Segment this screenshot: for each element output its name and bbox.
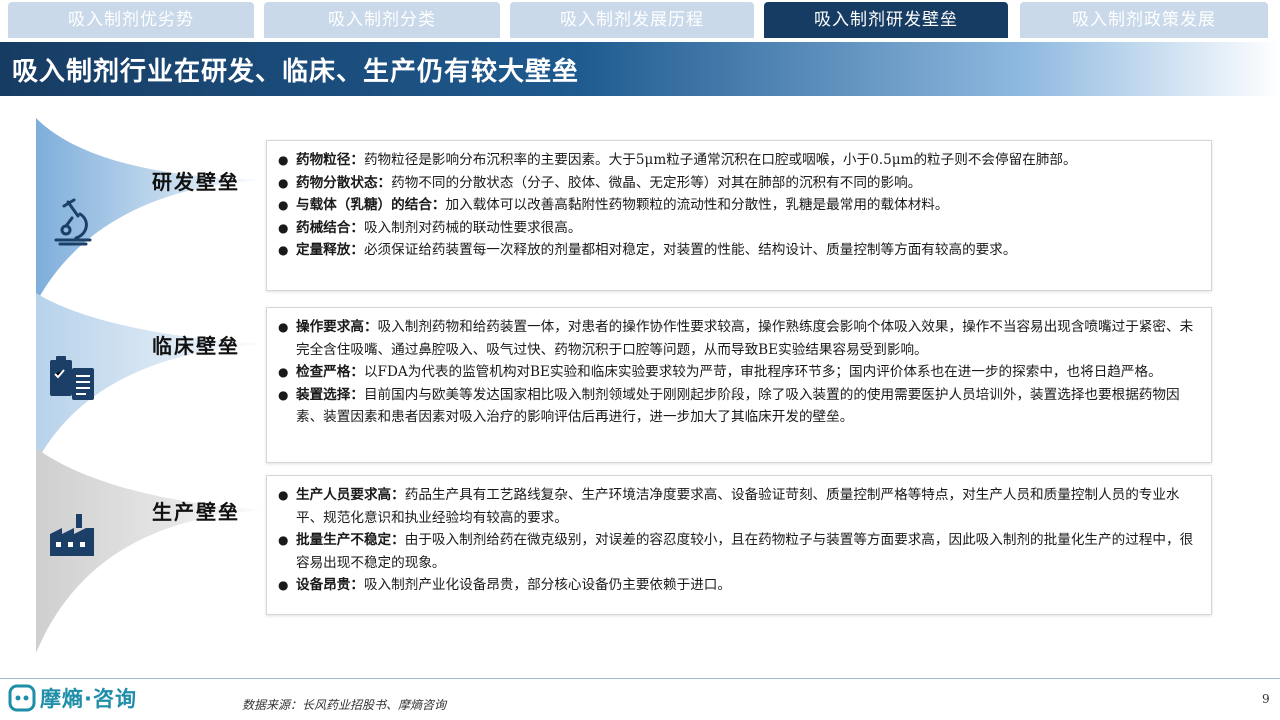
list-item: ● 批量生产不稳定：由于吸入制剂给药在微克级别，对误差的容忍度较小，且在药物粒子与…: [278, 532, 1194, 571]
clipboard-icon: [50, 356, 94, 400]
rd-barrier-box: ● 药物粒径：药物粒径是影响分布沉积率的主要因素。大于5μm粒子通常沉积在口腔或咽…: [266, 140, 1212, 291]
microscope-icon: [54, 198, 92, 246]
list-item: ● 装置选择：目前国内与欧美等发达国家相比吸入制剂领域处于刚刚起步阶段，除了吸入装…: [278, 386, 1180, 426]
page-title: 吸入制剂行业在研发、临床、生产仍有较大壁垒: [12, 57, 580, 87]
data-source: 数据来源：长风药业招股书、摩熵咨询: [242, 698, 447, 712]
tab-rd-barriers[interactable]: 吸入制剂研发壁垒: [764, 2, 1008, 38]
section-label-production: 生产壁垒: [152, 500, 240, 524]
list-item: ● 定量释放：必须保证给药装置每一次释放的剂量都相对稳定，对装置的性能、结构设计、…: [278, 242, 1017, 258]
section-label-clinical: 临床壁垒: [152, 334, 240, 358]
tab-classification[interactable]: 吸入制剂分类: [264, 2, 500, 38]
clinical-barrier-box: ● 操作要求高：吸入制剂药物和给药装置一体，对患者的操作协作性要求较高，操作熟练度…: [266, 307, 1212, 463]
list-item: ● 生产人员要求高：药品生产具有工艺路线复杂、生产环境洁净度要求高、设备验证苛刻、…: [278, 487, 1180, 526]
logo-text: 摩熵·咨询: [40, 687, 137, 711]
list-item: ● 操作要求高：吸入制剂药物和给药装置一体，对患者的操作协作性要求较高，操作熟练度…: [278, 319, 1194, 358]
list-item: ● 药械结合：吸入制剂对药械的联动性要求很高。: [278, 219, 582, 236]
page-number: 9: [1262, 692, 1270, 706]
list-item: ● 检查严格：以FDA为代表的监管机构对BE实验和临床实验要求较为严苛，审批程序环…: [278, 364, 1162, 380]
tab-bar: 吸入制剂优劣势 吸入制剂分类 吸入制剂发展历程 吸入制剂研发壁垒 吸入制剂政策发…: [0, 0, 1280, 42]
logo-icon: [8, 684, 36, 712]
title-bar: 吸入制剂行业在研发、临床、生产仍有较大壁垒: [0, 42, 1280, 96]
list-item: ● 药物分散状态：药物不同的分散状态（分子、胶体、微晶、无定形等）对其在肺部的沉积…: [278, 174, 922, 191]
factory-icon: [50, 514, 94, 556]
company-logo: 摩熵·咨询: [8, 684, 137, 712]
list-item: ● 药物粒径：药物粒径是影响分布沉积率的主要因素。大于5μm粒子通常沉积在口腔或咽…: [278, 152, 1077, 168]
production-barrier-box: ● 生产人员要求高：药品生产具有工艺路线复杂、生产环境洁净度要求高、设备验证苛刻、…: [266, 475, 1212, 615]
list-item: ● 与载体（乳糖）的结合：加入载体可以改善高黏附性药物颗粒的流动性和分散性，乳糖是…: [278, 197, 949, 213]
list-item: ● 设备昂贵：吸入制剂产业化设备昂贵，部分核心设备仍主要依赖于进口。: [278, 577, 731, 593]
section-label-rd: 研发壁垒: [152, 170, 240, 194]
tab-history[interactable]: 吸入制剂发展历程: [510, 2, 754, 38]
footer-divider: [0, 678, 1280, 679]
tab-advantages[interactable]: 吸入制剂优劣势: [8, 2, 254, 38]
tab-policy[interactable]: 吸入制剂政策发展: [1020, 2, 1268, 38]
